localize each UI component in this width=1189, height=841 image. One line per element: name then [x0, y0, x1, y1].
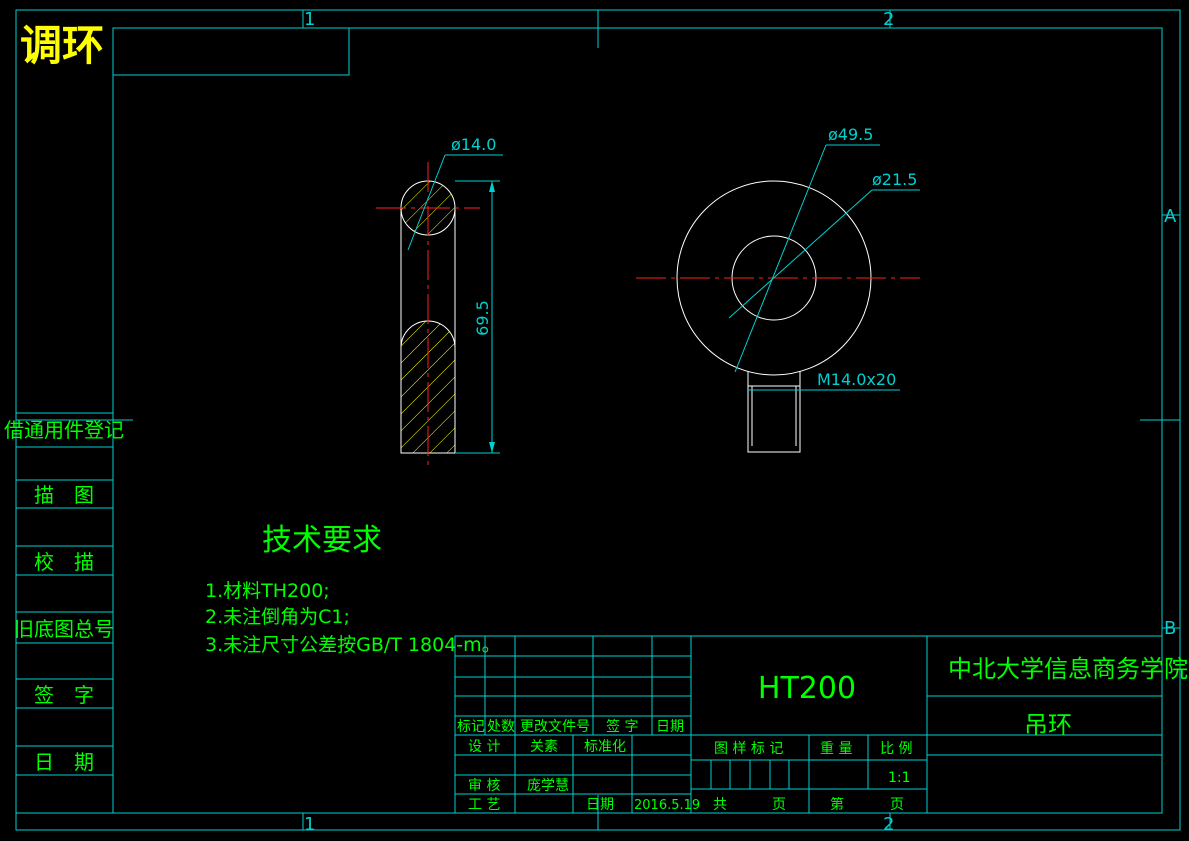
- side-item-sign: 签 字: [34, 683, 94, 707]
- part-name: 吊环: [1024, 711, 1072, 739]
- drawing-mark-label: 图 样 标 记: [714, 741, 783, 757]
- side-item-borrow: 借通用件登记: [4, 418, 124, 442]
- rev-header-mark: 标记: [457, 719, 485, 735]
- tech-line-2: 2.未注倒角为C1;: [205, 606, 350, 628]
- zone-col1-top: 1: [304, 9, 315, 30]
- tech-line-3: 3.未注尺寸公差按GB/T 1804-m。: [205, 634, 501, 656]
- top-inner-diameter-label: ø21.5: [872, 170, 917, 189]
- zone-col2-bottom: 2: [883, 814, 894, 835]
- weight-label: 重 量: [820, 741, 852, 757]
- side-item-check: 校 描: [34, 550, 94, 574]
- drawing-sheet: 1 2 1 2 A B 调环 借通用件登记 描 图 校 描 旧底图总号 签 字 …: [4, 9, 1188, 835]
- review-label: 审 核: [468, 778, 500, 794]
- tech-line-1: 1.材料TH200;: [205, 580, 330, 602]
- rev-header-doc: 更改文件号: [520, 719, 590, 735]
- scale-label: 比 例: [880, 741, 912, 757]
- thread-label: M14.0x20: [817, 370, 896, 389]
- date-value: 2016.5.19: [634, 798, 700, 813]
- total-page-label: 页: [772, 797, 786, 813]
- school-name: 中北大学信息商务学院: [948, 655, 1188, 683]
- date-label: 日期: [586, 797, 614, 813]
- process-label: 工 艺: [468, 797, 500, 813]
- top-view: ø49.5 ø21.5 M14.0x20: [636, 125, 920, 453]
- side-panel: 借通用件登记 描 图 校 描 旧底图总号 签 字 日 期: [4, 412, 124, 814]
- sheet-border: [15, 9, 1181, 831]
- design-label: 设 计: [468, 739, 500, 755]
- designer-name: 关素: [530, 739, 558, 755]
- title-block: 标记 处数 更改文件号 签 字 日期 设 计 关素 标准化 审 核 庞学慧 工 …: [454, 635, 1188, 814]
- corner-title: 调环: [20, 21, 104, 70]
- corner-label-box: [112, 27, 350, 76]
- side-item-trace: 描 图: [34, 483, 94, 507]
- sheet-label: 第: [830, 796, 844, 813]
- sheet-page-label: 页: [890, 797, 904, 813]
- zone-col2-top: 2: [883, 9, 894, 30]
- standard-label: 标准化: [584, 739, 626, 755]
- zone-row-b: B: [1164, 618, 1176, 639]
- side-item-date: 日 期: [34, 750, 94, 774]
- rev-header-count: 处数: [487, 719, 515, 735]
- side-item-old-number: 旧底图总号: [14, 617, 114, 641]
- zone-col1-bottom: 1: [304, 814, 315, 835]
- rev-header-date: 日期: [656, 719, 684, 735]
- section-length-label: 69.5: [473, 300, 492, 336]
- top-outer-diameter-label: ø49.5: [828, 125, 873, 144]
- tech-heading: 技术要求: [262, 523, 382, 558]
- section-diameter-label: ø14.0: [451, 135, 496, 154]
- zone-row-a: A: [1164, 206, 1177, 227]
- rev-header-sign: 签 字: [606, 718, 638, 735]
- material-code: HT200: [758, 671, 856, 706]
- scale-value: 1:1: [888, 770, 911, 786]
- reviewer-name: 庞学慧: [527, 778, 569, 794]
- total-label: 共: [713, 797, 727, 813]
- section-view: ø14.0 69.5: [376, 135, 503, 465]
